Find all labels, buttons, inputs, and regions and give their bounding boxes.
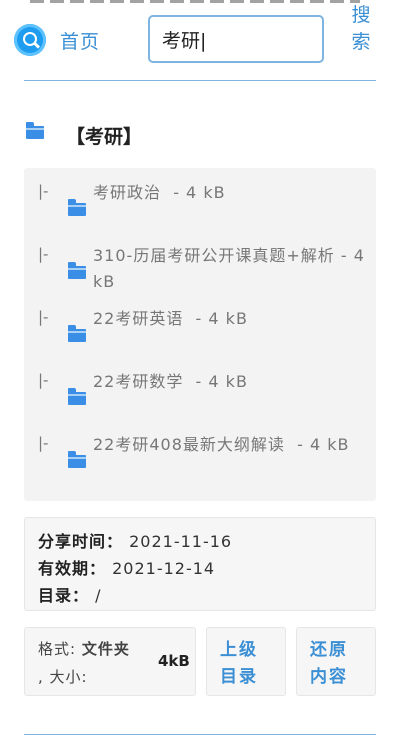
format-label: 格式: xyxy=(38,640,77,658)
search-input[interactable] xyxy=(148,15,324,63)
item-name[interactable]: 22考研英语 xyxy=(93,309,183,328)
parent-directory-button[interactable]: 上级目录 xyxy=(206,627,286,696)
file-list: |- 考研政治 - 4 kB |- 310-历届考研公开课真题+解析 - 4 k… xyxy=(24,168,376,501)
tree-prefix: |- xyxy=(38,245,49,263)
folder-icon xyxy=(68,388,86,405)
header: 首页 搜索 xyxy=(0,0,400,80)
item-size: - 4 kB xyxy=(173,183,226,202)
tree-prefix: |- xyxy=(38,434,49,452)
share-info-panel: 分享时间： 2021-11-16 有效期： 2021-12-14 目录： / xyxy=(24,517,376,611)
tree-prefix: |- xyxy=(38,182,49,200)
expiry-value: 2021-12-14 xyxy=(112,559,216,578)
home-link[interactable]: 首页 xyxy=(60,27,100,54)
item-name[interactable]: 22考研408最新大纲解读 xyxy=(93,435,285,454)
format-value: 文件夹 xyxy=(81,640,130,658)
item-size: - 4 kB xyxy=(195,372,248,391)
restore-content-button[interactable]: 还原内容 xyxy=(296,627,376,696)
item-name[interactable]: 310-历届考研公开课真题+解析 xyxy=(93,246,335,265)
folder-title: 【考研】 xyxy=(66,126,143,148)
directory-label: 目录： xyxy=(38,586,90,605)
share-time-label: 分享时间： xyxy=(38,532,124,551)
format-size-panel: 格式: 文件夹 , 大小: 4kB xyxy=(24,627,196,696)
expiry-label: 有效期： xyxy=(38,559,107,578)
item-name[interactable]: 考研政治 xyxy=(93,183,161,202)
tree-prefix: |- xyxy=(38,371,49,389)
tree-prefix: |- xyxy=(38,308,49,326)
folder-icon xyxy=(68,451,86,468)
item-size: - 4 kB xyxy=(297,435,350,454)
item-size: - 4 kB xyxy=(195,309,248,328)
list-item[interactable]: |- 310-历届考研公开课真题+解析 - 4 kB xyxy=(24,231,376,291)
item-name[interactable]: 22考研数学 xyxy=(93,372,183,391)
size-label: , 大小: xyxy=(38,668,88,686)
folder-icon xyxy=(26,122,44,139)
list-item[interactable]: |- 22考研数学 - 4 kB xyxy=(24,357,376,417)
list-item[interactable]: |- 22考研英语 - 4 kB xyxy=(24,294,376,354)
logo-search-icon[interactable] xyxy=(14,24,46,56)
share-time-value: 2021-11-16 xyxy=(129,532,233,551)
folder-icon xyxy=(68,199,86,216)
list-item[interactable]: |- 考研政治 - 4 kB xyxy=(24,168,376,228)
size-value: 4kB xyxy=(158,652,190,670)
footer-divider xyxy=(24,734,376,735)
list-item[interactable]: |- 22考研408最新大纲解读 - 4 kB xyxy=(24,420,376,480)
header-divider xyxy=(24,80,376,81)
directory-value: / xyxy=(95,586,102,605)
search-button[interactable]: 搜索 xyxy=(346,2,376,56)
folder-icon xyxy=(68,262,86,279)
folder-icon xyxy=(68,325,86,342)
